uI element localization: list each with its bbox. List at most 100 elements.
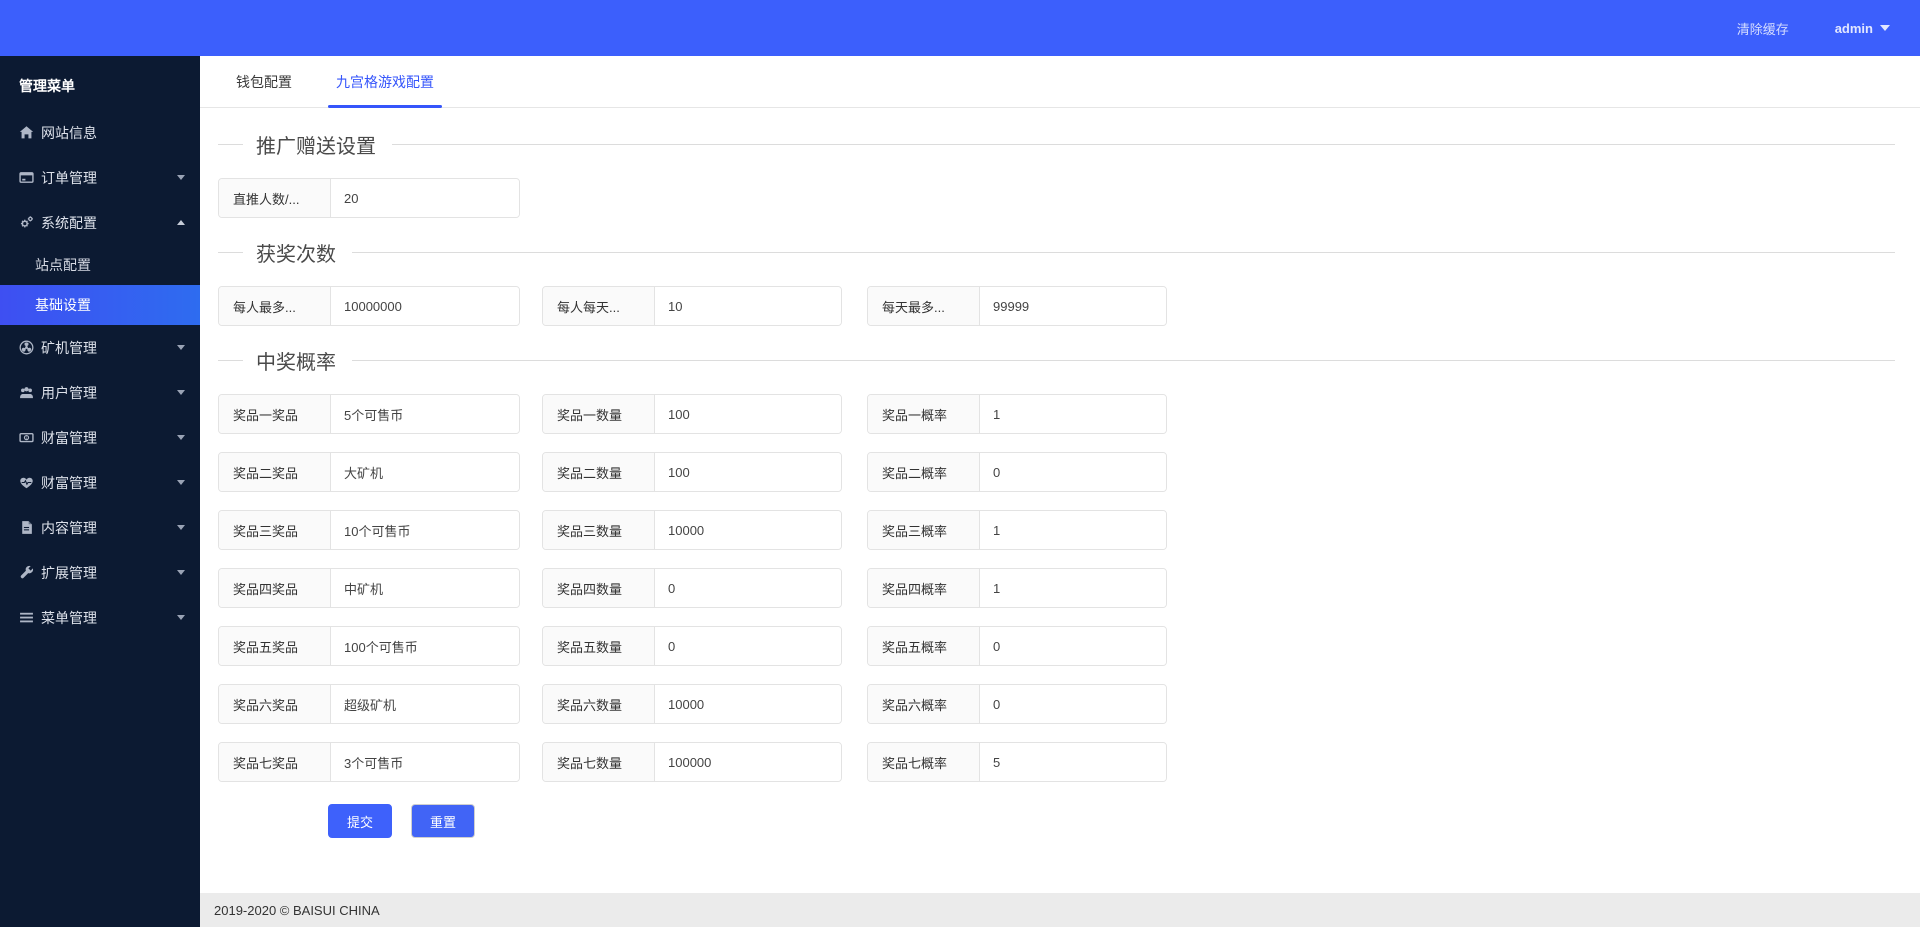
chevron-down-icon <box>1880 25 1890 31</box>
field-prize3-qty: 奖品三数量 <box>542 510 842 550</box>
tab-grid-game-config[interactable]: 九宫格游戏配置 <box>328 56 442 108</box>
reset-button[interactable]: 重置 <box>411 804 476 838</box>
field-prize3-name-label: 奖品三奖品 <box>219 511 331 549</box>
chevron-down-icon <box>177 615 185 620</box>
sidebar-item-wealth-mgmt-1[interactable]: 1 财富管理 <box>0 415 200 460</box>
sidebar-subitem-basic-settings[interactable]: 基础设置 <box>0 285 200 325</box>
field-prize7-name: 奖品七奖品 <box>218 742 520 782</box>
field-prize4-qty-label: 奖品四数量 <box>543 569 655 607</box>
sidebar-item-label: 内容管理 <box>41 519 97 536</box>
clear-cache-button[interactable]: 清除缓存 <box>1737 19 1789 38</box>
field-prize1-name: 奖品一奖品 <box>218 394 520 434</box>
chevron-down-icon <box>177 345 185 350</box>
heart-icon <box>19 475 34 490</box>
sidebar-item-order-mgmt[interactable]: 订单管理 <box>0 155 200 200</box>
sidebar-item-user-mgmt[interactable]: 用户管理 <box>0 370 200 415</box>
form-row: 奖品四奖品 奖品四数量 奖品四概率 <box>218 568 1895 608</box>
field-prize1-qty-input[interactable] <box>655 395 841 433</box>
section-title: 推广赠送设置 <box>256 136 376 158</box>
field-max-per-person-label: 每人最多... <box>219 287 331 325</box>
field-prize2-qty-input[interactable] <box>655 453 841 491</box>
field-prize6-prob-input[interactable] <box>980 685 1166 723</box>
field-prize7-name-input[interactable] <box>331 743 519 781</box>
field-prize7-qty-label: 奖品七数量 <box>543 743 655 781</box>
field-prize3-qty-label: 奖品三数量 <box>543 511 655 549</box>
sidebar-item-label: 网站信息 <box>41 124 97 141</box>
field-prize6-prob: 奖品六概率 <box>867 684 1167 724</box>
chevron-down-icon <box>177 435 185 440</box>
field-prize2-qty: 奖品二数量 <box>542 452 842 492</box>
field-prize7-qty-input[interactable] <box>655 743 841 781</box>
field-prize5-prob-label: 奖品五概率 <box>868 627 980 665</box>
field-prize6-name-input[interactable] <box>331 685 519 723</box>
footer: 2019-2020 © BAISUI CHINA <box>200 893 1920 927</box>
users-icon <box>19 385 34 400</box>
field-per-person-daily: 每人每天... <box>542 286 842 326</box>
field-direct-referrals-input[interactable] <box>331 179 519 217</box>
field-prize5-name-input[interactable] <box>331 627 519 665</box>
field-prize2-prob-input[interactable] <box>980 453 1166 491</box>
chevron-down-icon <box>177 175 185 180</box>
form-row: 奖品七奖品 奖品七数量 奖品七概率 <box>218 742 1895 782</box>
field-prize3-name-input[interactable] <box>331 511 519 549</box>
sidebar-item-label: 用户管理 <box>41 384 97 401</box>
sidebar-item-wealth-mgmt-2[interactable]: 财富管理 <box>0 460 200 505</box>
sidebar-item-menu-mgmt[interactable]: 菜单管理 <box>0 595 200 640</box>
settings-form: 推广赠送设置直推人数/... 获奖次数每人最多... 每人每天... 每天最多... 中… <box>200 108 1920 893</box>
money-icon: 1 <box>19 430 34 445</box>
sidebar-item-content-mgmt[interactable]: 内容管理 <box>0 505 200 550</box>
field-prize4-qty-input[interactable] <box>655 569 841 607</box>
divider-line <box>218 144 243 145</box>
menu-icon <box>19 610 34 625</box>
user-name: admin <box>1834 20 1873 36</box>
form-row: 奖品二奖品 奖品二数量 奖品二概率 <box>218 452 1895 492</box>
sidebar-subitem-site-config[interactable]: 站点配置 <box>0 245 200 285</box>
field-prize7-prob-label: 奖品七概率 <box>868 743 980 781</box>
user-menu[interactable]: admin <box>1835 21 1890 36</box>
field-prize6-name-label: 奖品六奖品 <box>219 685 331 723</box>
field-prize5-prob: 奖品五概率 <box>867 626 1167 666</box>
field-prize7-prob-input[interactable] <box>980 743 1166 781</box>
order-icon <box>19 170 34 185</box>
field-prize3-prob-input[interactable] <box>980 511 1166 549</box>
home-icon <box>19 125 34 140</box>
field-max-per-person-input[interactable] <box>331 287 519 325</box>
field-per-person-daily-label: 每人每天... <box>543 287 655 325</box>
wrench-icon <box>19 565 34 580</box>
field-prize3-qty-input[interactable] <box>655 511 841 549</box>
sidebar-item-system-config[interactable]: 系统配置 <box>0 200 200 245</box>
field-daily-max-label: 每天最多... <box>868 287 980 325</box>
field-prize1-name-input[interactable] <box>331 395 519 433</box>
fan-icon <box>19 340 34 355</box>
field-prize2-name-input[interactable] <box>331 453 519 491</box>
sidebar-item-website-info[interactable]: 网站信息 <box>0 110 200 155</box>
field-max-per-person: 每人最多... <box>218 286 520 326</box>
field-prize4-name-input[interactable] <box>331 569 519 607</box>
sidebar-item-miner-mgmt[interactable]: 矿机管理 <box>0 325 200 370</box>
field-daily-max-input[interactable] <box>980 287 1166 325</box>
tab-wallet-config[interactable]: 钱包配置 <box>228 56 300 107</box>
field-prize6-qty-input[interactable] <box>655 685 841 723</box>
field-prize6-qty-label: 奖品六数量 <box>543 685 655 723</box>
sidebar-item-extension-mgmt[interactable]: 扩展管理 <box>0 550 200 595</box>
divider-line <box>218 360 243 361</box>
sidebar-item-label: 系统配置 <box>41 214 97 231</box>
field-prize4-prob-input[interactable] <box>980 569 1166 607</box>
field-direct-referrals: 直推人数/... <box>218 178 520 218</box>
field-prize7-prob: 奖品七概率 <box>867 742 1167 782</box>
submit-button[interactable]: 提交 <box>328 804 393 838</box>
field-prize1-qty-label: 奖品一数量 <box>543 395 655 433</box>
form-row: 奖品五奖品 奖品五数量 奖品五概率 <box>218 626 1895 666</box>
field-prize4-name-label: 奖品四奖品 <box>219 569 331 607</box>
field-prize5-prob-input[interactable] <box>980 627 1166 665</box>
field-prize5-name-label: 奖品五奖品 <box>219 627 331 665</box>
form-row: 奖品六奖品 奖品六数量 奖品六概率 <box>218 684 1895 724</box>
divider-line <box>218 252 243 253</box>
sidebar-item-label: 矿机管理 <box>41 339 97 356</box>
field-prize5-qty-input[interactable] <box>655 627 841 665</box>
field-per-person-daily-input[interactable] <box>655 287 841 325</box>
field-prize1-prob-input[interactable] <box>980 395 1166 433</box>
section-header: 中奖概率 <box>218 346 1895 375</box>
field-prize6-name: 奖品六奖品 <box>218 684 520 724</box>
field-prize2-prob-label: 奖品二概率 <box>868 453 980 491</box>
